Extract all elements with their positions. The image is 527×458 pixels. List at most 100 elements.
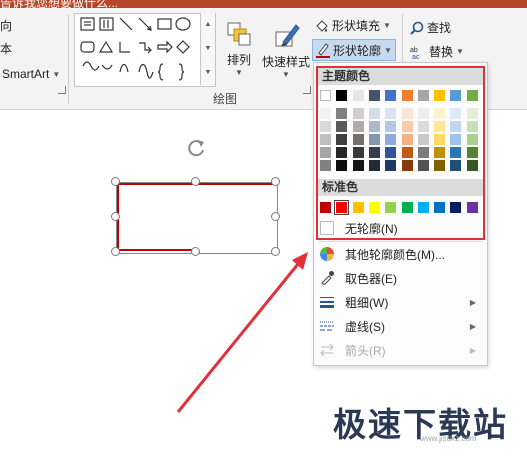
quick-styles-button[interactable]: 快速样式 ▼ (258, 20, 314, 79)
theme-color-swatch[interactable] (401, 121, 413, 132)
dialog-launcher-icon[interactable] (303, 86, 311, 94)
theme-color-swatch[interactable] (466, 147, 478, 158)
theme-color-swatch[interactable] (401, 160, 413, 171)
arrows-item[interactable]: 箭头(R) ▶ (315, 339, 486, 361)
theme-color-swatch[interactable] (352, 147, 364, 158)
theme-color-swatch[interactable] (368, 121, 380, 132)
theme-color-swatch[interactable] (466, 160, 478, 171)
rotate-handle-icon[interactable] (186, 137, 208, 159)
theme-color-swatch[interactable] (450, 147, 462, 158)
theme-color-swatch[interactable] (466, 90, 478, 101)
standard-color-swatch[interactable] (401, 202, 413, 213)
theme-color-swatch[interactable] (336, 108, 348, 119)
standard-color-swatch[interactable] (352, 202, 364, 213)
theme-color-swatch[interactable] (434, 160, 446, 171)
theme-color-swatch[interactable] (336, 90, 348, 101)
theme-color-swatch[interactable] (417, 147, 429, 158)
theme-color-swatch[interactable] (352, 134, 364, 145)
theme-color-swatch[interactable] (385, 134, 397, 145)
theme-color-swatch[interactable] (417, 90, 429, 101)
gallery-scrollbar[interactable]: ▲ ▼ ▼ (200, 13, 215, 85)
theme-color-swatch[interactable] (385, 160, 397, 171)
resize-handle[interactable] (271, 212, 280, 221)
standard-color-swatch[interactable] (434, 202, 446, 213)
theme-color-swatch[interactable] (450, 90, 462, 101)
theme-color-swatch[interactable] (385, 108, 397, 119)
smartart-button[interactable]: SmartArt ▼ (2, 67, 60, 81)
theme-color-swatch[interactable] (336, 121, 348, 132)
standard-color-swatch[interactable] (450, 202, 462, 213)
theme-color-swatch[interactable] (368, 108, 380, 119)
theme-color-swatch[interactable] (368, 134, 380, 145)
theme-color-swatch[interactable] (401, 147, 413, 158)
theme-color-swatch[interactable] (434, 108, 446, 119)
theme-color-swatch[interactable] (434, 121, 446, 132)
theme-color-swatch[interactable] (385, 147, 397, 158)
resize-handle[interactable] (111, 247, 120, 256)
ribbon-left-fragment-1[interactable]: 向 (0, 17, 12, 34)
theme-color-swatch[interactable] (450, 121, 462, 132)
theme-color-swatch[interactable] (417, 134, 429, 145)
theme-color-swatch[interactable] (368, 147, 380, 158)
dashes-item[interactable]: 虚线(S) ▶ (315, 315, 486, 337)
theme-color-swatch[interactable] (385, 90, 397, 101)
theme-color-swatch[interactable] (466, 108, 478, 119)
shapes-gallery[interactable] (74, 13, 216, 87)
replace-button[interactable]: ab ac 替换 ▼ (410, 43, 464, 60)
theme-color-swatch[interactable] (434, 134, 446, 145)
theme-color-swatch[interactable] (450, 134, 462, 145)
standard-color-swatch[interactable] (320, 202, 331, 213)
theme-color-swatch[interactable] (385, 121, 397, 132)
arrange-button[interactable]: 排列 ▼ (222, 20, 256, 77)
shape-fill-button[interactable]: 形状填充 ▼ (315, 17, 391, 34)
resize-handle[interactable] (271, 177, 280, 186)
no-outline-item[interactable]: 无轮廓(N) (315, 217, 486, 239)
standard-color-swatch[interactable] (417, 202, 429, 213)
line-weight-item[interactable]: 粗细(W) ▶ (315, 291, 486, 313)
theme-color-swatch[interactable] (466, 121, 478, 132)
theme-color-swatch[interactable] (434, 147, 446, 158)
eyedropper-item[interactable]: 取色器(E) (315, 267, 486, 289)
theme-color-swatch[interactable] (352, 160, 364, 171)
theme-color-swatch[interactable] (320, 108, 331, 119)
theme-color-swatch[interactable] (336, 134, 348, 145)
resize-handle[interactable] (191, 177, 200, 186)
standard-color-swatch[interactable] (385, 202, 397, 213)
theme-color-swatch[interactable] (320, 90, 331, 101)
gallery-more-icon[interactable]: ▼ (201, 61, 215, 85)
ribbon-left-fragment-2[interactable]: 本 (0, 40, 12, 57)
theme-color-swatch[interactable] (401, 134, 413, 145)
theme-color-swatch[interactable] (434, 90, 446, 101)
standard-color-swatch[interactable] (334, 200, 350, 215)
theme-color-swatch[interactable] (320, 160, 331, 171)
theme-color-swatch[interactable] (417, 160, 429, 171)
theme-color-swatch[interactable] (336, 160, 348, 171)
theme-color-swatch[interactable] (320, 147, 331, 158)
theme-color-swatch[interactable] (401, 108, 413, 119)
resize-handle[interactable] (111, 212, 120, 221)
theme-color-swatch[interactable] (320, 121, 331, 132)
dialog-launcher-icon[interactable] (58, 86, 66, 94)
standard-color-swatch[interactable] (466, 202, 478, 213)
theme-color-swatch[interactable] (336, 147, 348, 158)
shape-outline-button[interactable]: 形状轮廓 ▼ (312, 39, 396, 61)
theme-color-swatch[interactable] (368, 90, 380, 101)
theme-color-swatch[interactable] (320, 134, 331, 145)
scroll-up-icon[interactable]: ▲ (201, 13, 215, 37)
theme-color-swatch[interactable] (417, 121, 429, 132)
theme-color-swatch[interactable] (352, 108, 364, 119)
theme-color-swatch[interactable] (368, 160, 380, 171)
theme-color-swatch[interactable] (450, 108, 462, 119)
no-outline-icon (320, 221, 334, 235)
scroll-down-icon[interactable]: ▼ (201, 37, 215, 61)
theme-color-swatch[interactable] (417, 108, 429, 119)
theme-color-swatch[interactable] (401, 90, 413, 101)
standard-color-swatch[interactable] (368, 202, 380, 213)
theme-color-swatch[interactable] (352, 121, 364, 132)
theme-color-swatch[interactable] (352, 90, 364, 101)
theme-color-swatch[interactable] (450, 160, 462, 171)
find-button[interactable]: 查找 (410, 19, 451, 36)
theme-color-swatch[interactable] (466, 134, 478, 145)
resize-handle[interactable] (111, 177, 120, 186)
more-outline-colors-item[interactable]: 其他轮廓颜色(M)... (315, 243, 486, 265)
